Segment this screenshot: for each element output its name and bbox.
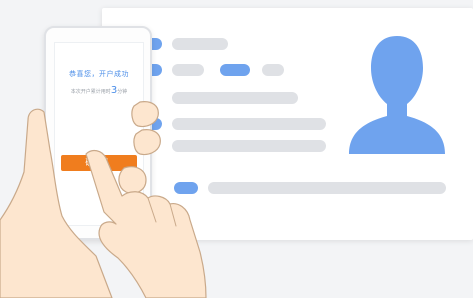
left-finger xyxy=(118,166,147,194)
hands-illustration xyxy=(0,101,207,298)
left-finger xyxy=(131,101,159,128)
left-finger xyxy=(133,129,161,156)
left-hand xyxy=(0,108,113,298)
